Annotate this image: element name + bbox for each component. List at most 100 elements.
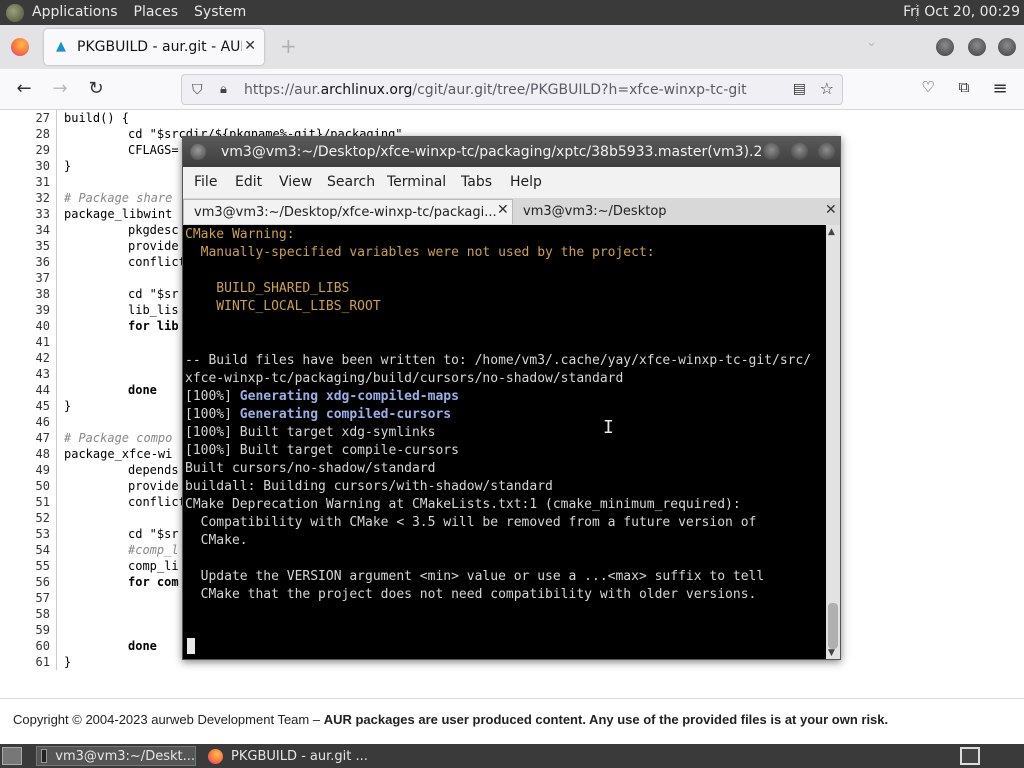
extensions-icon[interactable]: ⧉	[953, 78, 975, 96]
terminal-tab-label: vm3@vm3:~/Desktop	[523, 204, 667, 219]
line-number[interactable]: 57	[0, 590, 50, 606]
terminal-menu-search[interactable]: Search	[327, 174, 375, 190]
line-number[interactable]: 50	[0, 478, 50, 494]
reader-view-icon[interactable]: ▤	[793, 81, 806, 97]
line-number[interactable]: 58	[0, 606, 50, 622]
terminal-line-highlight: Generating xdg-compiled-maps	[239, 389, 459, 404]
terminal-titlebar[interactable]: vm3@vm3:~/Desktop/xfce-winxp-tc/packagin…	[183, 137, 840, 167]
terminal-output[interactable]: CMake Warning: Manually-specified variab…	[183, 225, 826, 659]
code-text: lib_lis	[128, 303, 179, 317]
terminal-tab-close-icon[interactable]: ✕	[497, 202, 509, 218]
scroll-up-icon[interactable]: ▲	[828, 227, 835, 237]
distro-logo-icon[interactable]	[6, 3, 24, 22]
line-number[interactable]: 36	[0, 254, 50, 270]
maximize-window-icon[interactable]	[968, 38, 986, 56]
line-number[interactable]: 60	[0, 638, 50, 654]
line-number[interactable]: 56	[0, 574, 50, 590]
back-arrow-icon[interactable]: ←	[13, 78, 35, 99]
forward-arrow-icon[interactable]: →	[49, 78, 71, 99]
line-number[interactable]: 52	[0, 510, 50, 526]
taskbar-item-terminal[interactable]: vm3@vm3:~/Deskt...	[36, 746, 196, 766]
scrollbar-thumb[interactable]	[828, 603, 838, 649]
workspace-switcher-icon[interactable]	[960, 747, 980, 765]
line-number[interactable]: 55	[0, 558, 50, 574]
footer-copyright: Copyright © 2004-2023 aurweb Development…	[13, 712, 324, 727]
terminal-window-icon[interactable]	[190, 144, 206, 160]
taskbar-item-firefox[interactable]: PKGBUILD - aur.git ...	[204, 746, 374, 766]
close-window-icon[interactable]	[998, 38, 1016, 56]
line-number[interactable]: 39	[0, 302, 50, 318]
terminal-tab-desktop[interactable]: vm3@vm3:~/Desktop	[513, 199, 813, 224]
line-number[interactable]: 38	[0, 286, 50, 302]
terminal-line: Compatibility with CMake < 3.5 will be r…	[185, 514, 757, 532]
terminal-menu-file[interactable]: File	[194, 174, 217, 190]
line-number[interactable]: 30	[0, 158, 50, 174]
terminal-menu-edit[interactable]: Edit	[235, 174, 262, 190]
terminal-maximize-icon[interactable]	[791, 143, 808, 160]
pocket-icon[interactable]: ♡	[917, 78, 939, 96]
line-number[interactable]: 41	[0, 334, 50, 350]
terminal-tab-close-icon[interactable]: ✕	[825, 202, 837, 218]
terminal-window[interactable]: vm3@vm3:~/Desktop/xfce-winxp-tc/packagin…	[182, 136, 841, 660]
line-number[interactable]: 31	[0, 174, 50, 190]
line-number[interactable]: 32	[0, 190, 50, 206]
line-number[interactable]: 29	[0, 142, 50, 158]
tracking-shield-icon[interactable]: ⛉	[192, 82, 206, 98]
terminal-scrollbar[interactable]: ▲ ▼	[826, 225, 840, 659]
terminal-line-text: Compatibility with CMake < 3.5 will be r…	[185, 515, 757, 530]
terminal-tab-packaging[interactable]: vm3@vm3:~/Desktop/xfce-winxp-tc/packagi.…	[183, 199, 513, 224]
code-text: conflict	[128, 495, 186, 509]
line-number[interactable]: 27	[0, 110, 50, 126]
line-number[interactable]: 49	[0, 462, 50, 478]
line-number[interactable]: 61	[0, 654, 50, 670]
menu-places[interactable]: Places	[126, 0, 187, 25]
panel-clock[interactable]: Fri Oct 20, 00:29	[903, 0, 1020, 25]
code-text: for com	[128, 575, 179, 589]
terminal-minimize-icon[interactable]	[763, 143, 780, 160]
line-number[interactable]: 46	[0, 414, 50, 430]
line-number[interactable]: 37	[0, 270, 50, 286]
browser-tab-pkgbuild[interactable]: ▲ PKGBUILD - aur.git - AUR Pa ✕	[44, 29, 264, 65]
line-number[interactable]: 53	[0, 526, 50, 542]
lock-icon[interactable]: 🔒︎	[220, 82, 234, 97]
menu-system[interactable]: System	[186, 0, 254, 25]
show-desktop-icon[interactable]	[2, 747, 22, 765]
line-number[interactable]: 43	[0, 366, 50, 382]
menu-applications[interactable]: Applications	[24, 0, 126, 25]
bookmark-star-icon[interactable]: ☆	[820, 79, 834, 98]
line-number[interactable]: 35	[0, 238, 50, 254]
new-tab-button[interactable]: +	[280, 34, 297, 58]
url-bar[interactable]: ⛉ 🔒︎ https://aur.archlinux.org/cgit/aur.…	[181, 74, 843, 105]
line-number[interactable]: 42	[0, 350, 50, 366]
reload-icon[interactable]: ↻	[85, 78, 107, 99]
firefox-icon	[208, 748, 223, 764]
terminal-menu-view[interactable]: View	[279, 174, 312, 190]
terminal-line-text: [100%] Built target compile-cursors	[185, 443, 459, 458]
app-menu-icon[interactable]: ≡	[989, 78, 1011, 99]
minimize-window-icon[interactable]	[936, 38, 954, 56]
terminal-menu-help[interactable]: Help	[510, 174, 542, 190]
line-number[interactable]: 51	[0, 494, 50, 510]
terminal-line-text: [100%] Built target xdg-symlinks	[185, 425, 436, 440]
bottom-taskbar: vm3@vm3:~/Deskt... PKGBUILD - aur.git ..…	[0, 744, 1024, 768]
tab-close-icon[interactable]: ✕	[244, 38, 256, 54]
line-number[interactable]: 47	[0, 430, 50, 446]
scroll-down-icon[interactable]: ▼	[828, 648, 835, 658]
line-number[interactable]: 59	[0, 622, 50, 638]
line-number[interactable]: 48	[0, 446, 50, 462]
terminal-close-icon[interactable]	[818, 143, 835, 160]
line-number[interactable]: 33	[0, 206, 50, 222]
terminal-menu-terminal[interactable]: Terminal	[387, 174, 446, 190]
terminal-menu-tabs[interactable]: Tabs	[461, 174, 492, 190]
tab-title: PKGBUILD - aur.git - AUR Pa	[77, 39, 242, 55]
url-text[interactable]: https://aur.archlinux.org/cgit/aur.git/t…	[244, 82, 747, 98]
line-number[interactable]: 28	[0, 126, 50, 142]
line-number[interactable]: 34	[0, 222, 50, 238]
code-line: 27 build() {	[0, 110, 1024, 126]
firefox-view-icon[interactable]	[11, 38, 29, 56]
list-all-tabs-icon[interactable]: ⌄	[866, 35, 877, 50]
line-number[interactable]: 54	[0, 542, 50, 558]
line-number[interactable]: 40	[0, 318, 50, 334]
line-number[interactable]: 45	[0, 398, 50, 414]
line-number[interactable]: 44	[0, 382, 50, 398]
